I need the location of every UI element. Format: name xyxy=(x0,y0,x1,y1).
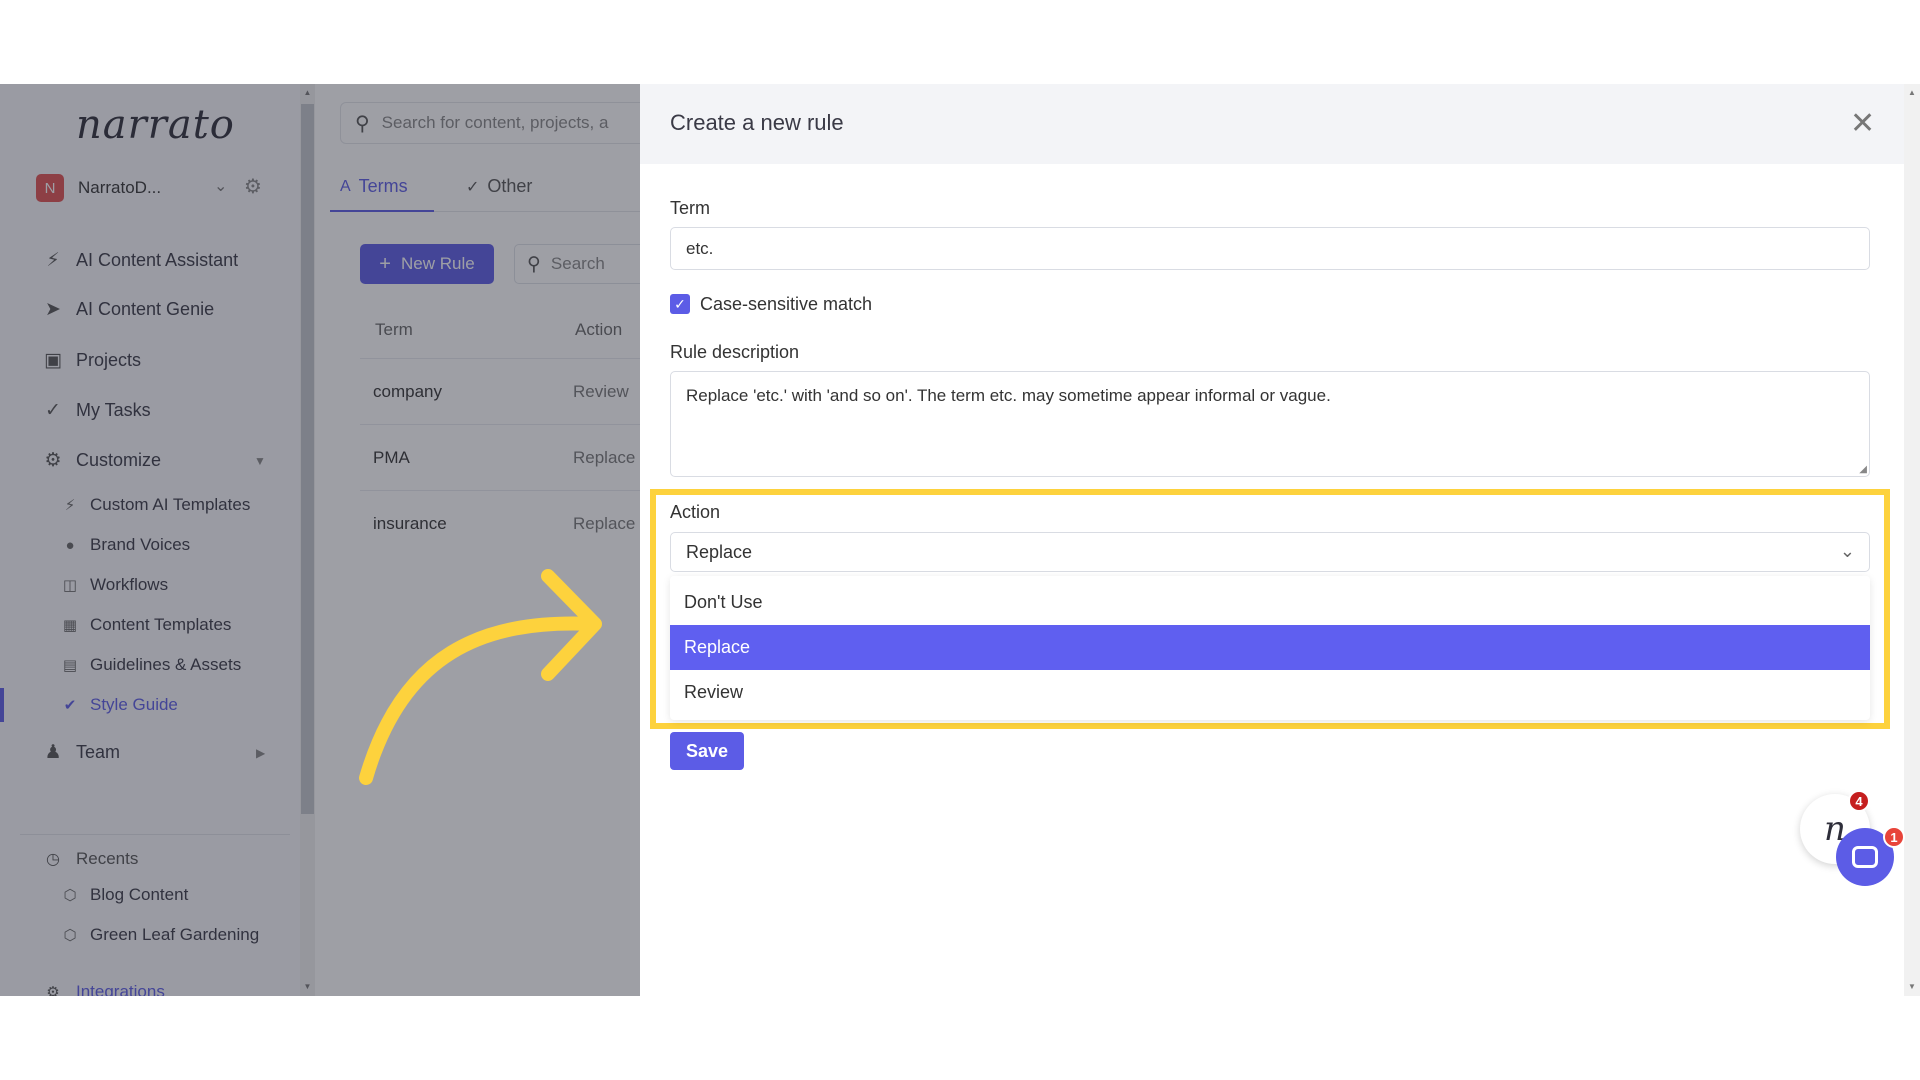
resize-handle-icon[interactable]: ◢ xyxy=(1859,464,1867,475)
close-icon[interactable]: ✕ xyxy=(1850,106,1875,141)
action-select-value: Replace xyxy=(686,541,753,562)
chat-bubble-icon xyxy=(1852,846,1878,868)
drawer-header: Create a new rule ✕ xyxy=(640,84,1904,164)
action-select[interactable]: Replace ⌄ xyxy=(670,532,1870,572)
app-window: narrato N NarratoD... ⌄ ⚙ ⚡ AI Content A… xyxy=(0,84,1920,996)
annotation-arrow-icon xyxy=(359,569,602,785)
action-label: Action xyxy=(670,502,721,522)
term-label: Term xyxy=(670,198,710,218)
dropdown-option-dont-use[interactable]: Don't Use xyxy=(670,580,1870,625)
drawer-title: Create a new rule xyxy=(670,110,844,135)
chevron-down-icon: ⌄ xyxy=(1839,541,1855,561)
rule-description-text: Replace 'etc.' with 'and so on'. The ter… xyxy=(686,386,1331,405)
rule-description-label: Rule description xyxy=(670,342,800,362)
save-button[interactable]: Save xyxy=(670,732,744,770)
message-badge: 1 xyxy=(1883,826,1905,848)
notification-badge: 4 xyxy=(1848,790,1870,812)
case-sensitive-label[interactable]: Case-sensitive match xyxy=(700,294,872,315)
rule-description-textarea[interactable]: Replace 'etc.' with 'and so on'. The ter… xyxy=(670,371,1870,477)
scroll-down-icon[interactable]: ▼ xyxy=(1904,982,1920,991)
term-input[interactable]: etc. xyxy=(670,227,1870,270)
action-dropdown: Don't Use Replace Review xyxy=(670,576,1870,720)
case-sensitive-checkbox[interactable]: ✓ xyxy=(670,294,690,314)
dropdown-option-replace[interactable]: Replace xyxy=(670,625,1870,670)
dropdown-option-review[interactable]: Review xyxy=(670,670,1870,715)
drawer-scrollbar[interactable]: ▲ ▼ xyxy=(1904,84,1920,996)
create-rule-drawer: Create a new rule ✕ Term etc. ✓ Case-sen… xyxy=(640,84,1920,996)
scroll-up-icon[interactable]: ▲ xyxy=(1904,88,1920,97)
